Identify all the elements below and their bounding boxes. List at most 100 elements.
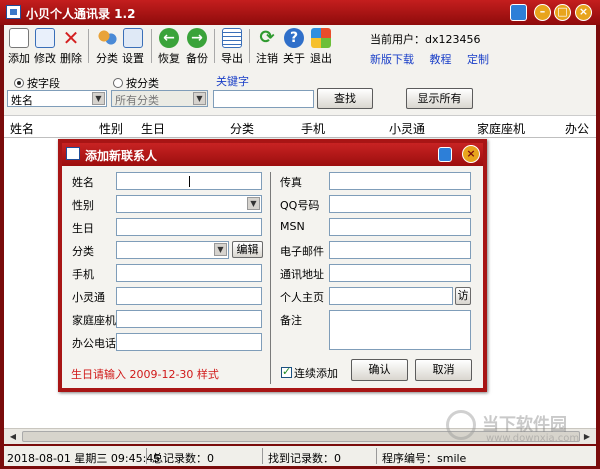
home-phone-field[interactable] (116, 310, 262, 328)
category-select[interactable]: 所有分类 ▼ (111, 90, 208, 107)
qq-field[interactable] (329, 195, 471, 213)
skin-icon[interactable] (510, 4, 527, 21)
toolbar-restore-button[interactable]: ← 恢复 (156, 27, 182, 65)
header-links: 新版下载 教程 定制 (370, 51, 501, 67)
watermark-text: 当下软件园 (482, 415, 567, 435)
label-fax: 传真 (280, 176, 302, 189)
label-gender: 性别 (72, 199, 94, 212)
status-datetime: 2018-08-01 星期三 09:45:45 (7, 452, 161, 465)
dialog-close-button[interactable]: × (462, 145, 480, 163)
exit-windows-icon (311, 28, 331, 48)
birthday-format-hint: 生日请输入 2009-12-30 样式 (71, 368, 219, 381)
column-header-birthday[interactable]: 生日 (141, 120, 165, 137)
logout-refresh-icon: ⟳ (259, 27, 275, 48)
column-header-mobile[interactable]: 手机 (301, 120, 325, 137)
phs-field[interactable] (116, 287, 262, 305)
dialog-book-icon (66, 147, 80, 160)
label-address: 通讯地址 (280, 268, 324, 281)
label-notes: 备注 (280, 314, 302, 327)
maximize-button[interactable]: □ (554, 4, 571, 21)
toolbar-delete-button[interactable]: ✕ 删除 (58, 27, 84, 65)
backup-arrow-icon: → (187, 28, 207, 48)
search-button[interactable]: 查找 (317, 88, 373, 109)
minimize-button[interactable]: – (534, 4, 551, 21)
confirm-button[interactable]: 确认 (351, 359, 408, 381)
current-user-info: 当前用户：dx123456 (370, 31, 480, 47)
column-header-name[interactable]: 姓名 (10, 120, 34, 137)
dialog-body: 姓名 性别 ▼ 生日 分类 ▼ 编辑 手机 小灵通 家庭座机 办公电话 生日请输… (62, 166, 483, 388)
watermark: 当下软件园 www.downxia.com (446, 408, 596, 448)
toolbar: 添加 修改 ✕ 删除 分类 设置 ← 恢复 → 备份 导出 ⟳ 注销 ? 关于 … (4, 25, 596, 67)
field-select-value: 姓名 (11, 94, 33, 107)
window-titlebar: 小贝个人通讯录 1.2 – □ × (0, 0, 600, 25)
chevron-down-icon[interactable]: ▼ (193, 92, 206, 105)
status-divider (262, 448, 263, 464)
add-doc-icon (9, 28, 29, 48)
category-select-value: 所有分类 (115, 94, 159, 107)
status-found-records: 找到记录数：0 (268, 452, 341, 465)
table-header: 姓名 性别 生日 分类 手机 小灵通 家庭座机 办公 (4, 116, 596, 138)
keyword-input[interactable] (213, 90, 314, 108)
chevron-down-icon[interactable]: ▼ (92, 92, 105, 105)
name-field[interactable] (116, 172, 262, 190)
keyword-label: 关键字 (216, 75, 249, 88)
birthday-field[interactable] (116, 218, 262, 236)
notes-textarea[interactable] (329, 310, 471, 350)
scroll-left-icon[interactable]: ◀ (6, 430, 20, 443)
toolbar-backup-button[interactable]: → 备份 (184, 27, 210, 65)
toolbar-export-button[interactable]: 导出 (219, 27, 245, 65)
category-field-select[interactable]: ▼ (116, 241, 229, 259)
help-question-icon: ? (284, 28, 304, 48)
toolbar-separator (88, 29, 89, 63)
cancel-button[interactable]: 取消 (415, 359, 472, 381)
link-tutorial[interactable]: 教程 (430, 53, 452, 66)
column-header-phs[interactable]: 小灵通 (389, 120, 425, 137)
column-header-office[interactable]: 办公 (565, 120, 589, 137)
visit-homepage-button[interactable]: 访 (455, 287, 471, 305)
link-new-version-download[interactable]: 新版下载 (370, 53, 414, 66)
email-field[interactable] (329, 241, 471, 259)
radio-by-field[interactable]: 按字段 (14, 75, 60, 91)
label-category: 分类 (72, 245, 94, 258)
chevron-down-icon[interactable]: ▼ (214, 243, 227, 256)
settings-calendar-icon (123, 28, 143, 48)
chevron-down-icon[interactable]: ▼ (247, 197, 260, 210)
dialog-skin-icon[interactable] (438, 147, 452, 162)
address-field[interactable] (329, 264, 471, 282)
homepage-field[interactable] (329, 287, 453, 305)
label-name: 姓名 (72, 176, 94, 189)
radio-by-field-label: 按字段 (27, 77, 60, 90)
office-phone-field[interactable] (116, 333, 262, 351)
dialog-title: 添加新联系人 (85, 149, 158, 163)
checkbox-checked-icon (281, 365, 292, 378)
restore-arrow-icon: ← (159, 28, 179, 48)
mobile-field[interactable] (116, 264, 262, 282)
close-button[interactable]: × (575, 4, 592, 21)
label-mobile: 手机 (72, 268, 94, 281)
link-customize[interactable]: 定制 (467, 53, 489, 66)
toolbar-exit-button[interactable]: 退出 (308, 27, 334, 65)
watermark-logo-icon (446, 410, 476, 440)
search-bar: 按字段 按分类 关键字 姓名 ▼ 所有分类 ▼ 查找 显示所有 (4, 67, 596, 115)
status-divider (146, 448, 147, 464)
dialog-divider (270, 172, 271, 384)
label-office-phone: 办公电话 (72, 337, 116, 350)
fax-field[interactable] (329, 172, 471, 190)
label-phs: 小灵通 (72, 291, 105, 304)
field-select[interactable]: 姓名 ▼ (7, 90, 107, 107)
radio-by-category[interactable]: 按分类 (113, 75, 159, 91)
column-header-home-phone[interactable]: 家庭座机 (477, 120, 525, 137)
radio-dot (113, 78, 123, 88)
dialog-titlebar: 添加新联系人 × (62, 143, 483, 166)
edit-category-button[interactable]: 编辑 (232, 241, 263, 258)
show-all-button[interactable]: 显示所有 (406, 88, 473, 109)
column-header-gender[interactable]: 性别 (99, 120, 123, 137)
continuous-add-checkbox[interactable]: 连续添加 (281, 365, 338, 381)
status-divider (376, 448, 377, 464)
msn-field[interactable] (329, 218, 471, 236)
column-header-category[interactable]: 分类 (230, 120, 254, 137)
label-home-phone: 家庭座机 (72, 314, 116, 327)
label-email: 电子邮件 (280, 245, 324, 258)
toolbar-settings-button[interactable]: 设置 (120, 27, 146, 65)
gender-select[interactable]: ▼ (116, 195, 262, 213)
